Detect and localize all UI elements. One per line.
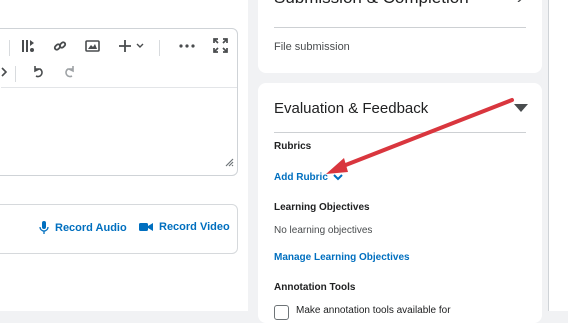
submission-card-title[interactable]: Submission & Completion: [274, 0, 469, 8]
page-scrollbar[interactable]: [548, 0, 568, 311]
card-divider: [274, 132, 526, 133]
record-video-button[interactable]: Record Video: [139, 221, 230, 233]
annotation-tools-label: Annotation Tools: [274, 282, 356, 293]
submission-type-text: File submission: [274, 41, 350, 53]
editor-toolbar-row-2: [1, 57, 237, 88]
image-icon[interactable]: [85, 39, 100, 53]
evaluation-card-title[interactable]: Evaluation & Feedback: [274, 100, 428, 117]
video-camera-icon: [139, 223, 153, 231]
toolbar-divider: [15, 66, 16, 82]
link-icon[interactable]: [53, 39, 67, 53]
html-editor[interactable]: [0, 28, 238, 176]
expand-caret-icon[interactable]: [514, 100, 528, 118]
more-options-icon[interactable]: [179, 39, 195, 53]
evaluation-feedback-card: Evaluation & Feedback Rubrics Add Rubric…: [258, 83, 542, 323]
chevron-down-icon: [333, 174, 343, 181]
annotation-tools-checkbox[interactable]: [274, 305, 289, 320]
resize-handle-icon[interactable]: [224, 154, 234, 172]
submission-completion-card: Submission & Completion File submission: [258, 0, 542, 73]
redo-icon[interactable]: [63, 65, 77, 79]
record-video-label: Record Video: [159, 221, 230, 233]
record-audio-button[interactable]: Record Audio: [39, 221, 127, 234]
microphone-icon: [39, 221, 49, 234]
code-view-icon[interactable]: [0, 66, 9, 78]
right-pane: Submission & Completion File submission …: [248, 0, 548, 323]
media-play-pause-icon[interactable]: [21, 39, 35, 53]
toolbar-divider: [9, 40, 10, 56]
card-divider: [274, 27, 526, 28]
add-rubric-link[interactable]: Add Rubric: [274, 172, 343, 183]
left-pane: Record Audio Record Video: [0, 0, 248, 311]
manage-learning-objectives-link[interactable]: Manage Learning Objectives: [274, 252, 410, 263]
add-rubric-label: Add Rubric: [274, 172, 328, 183]
learning-objectives-label: Learning Objectives: [274, 202, 370, 213]
fullscreen-icon[interactable]: [213, 38, 228, 53]
insert-plus-icon[interactable]: [119, 39, 147, 53]
record-audio-label: Record Audio: [55, 221, 127, 234]
toolbar-divider: [159, 40, 160, 56]
undo-icon[interactable]: [31, 65, 45, 79]
media-recorder-bar: Record Audio Record Video: [0, 204, 238, 254]
rubrics-label: Rubrics: [274, 141, 312, 152]
collapse-caret-icon[interactable]: [516, 0, 526, 7]
learning-objectives-text: No learning objectives: [274, 225, 373, 236]
